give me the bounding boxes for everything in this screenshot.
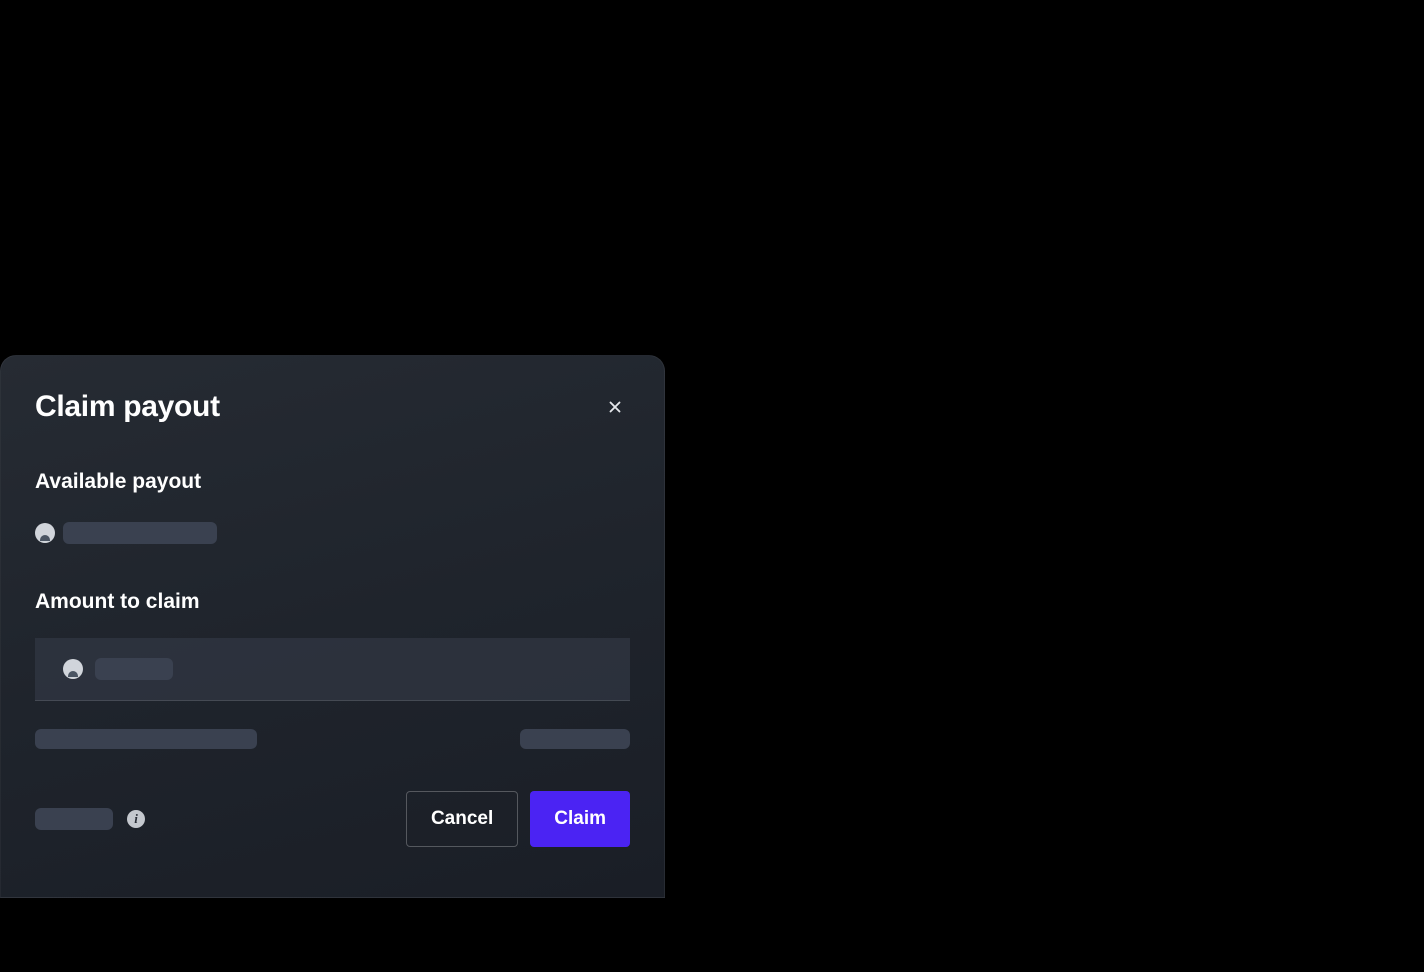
modal-header: Claim payout xyxy=(35,390,630,424)
footer-buttons: Cancel Claim xyxy=(406,791,630,847)
available-payout-label: Available payout xyxy=(35,470,630,494)
info-left-skeleton xyxy=(35,729,257,749)
claim-button[interactable]: Claim xyxy=(530,791,630,847)
amount-input[interactable] xyxy=(35,638,630,701)
close-button[interactable] xyxy=(600,392,630,422)
amount-to-claim-label: Amount to claim xyxy=(35,590,630,614)
modal-footer: i Cancel Claim xyxy=(35,791,630,847)
info-icon[interactable]: i xyxy=(127,810,145,828)
footer-skeleton xyxy=(35,808,113,830)
amount-input-skeleton xyxy=(95,658,173,680)
info-right-skeleton xyxy=(520,729,630,749)
claim-payout-modal: Claim payout Available payout Amount to … xyxy=(0,355,665,898)
token-icon xyxy=(63,659,83,679)
modal-title: Claim payout xyxy=(35,390,220,424)
footer-left: i xyxy=(35,808,145,830)
available-payout-skeleton xyxy=(63,522,217,544)
close-icon xyxy=(606,398,624,416)
cancel-button[interactable]: Cancel xyxy=(406,791,518,847)
info-row xyxy=(35,729,630,749)
token-icon xyxy=(35,523,55,543)
available-payout-row xyxy=(35,522,630,544)
